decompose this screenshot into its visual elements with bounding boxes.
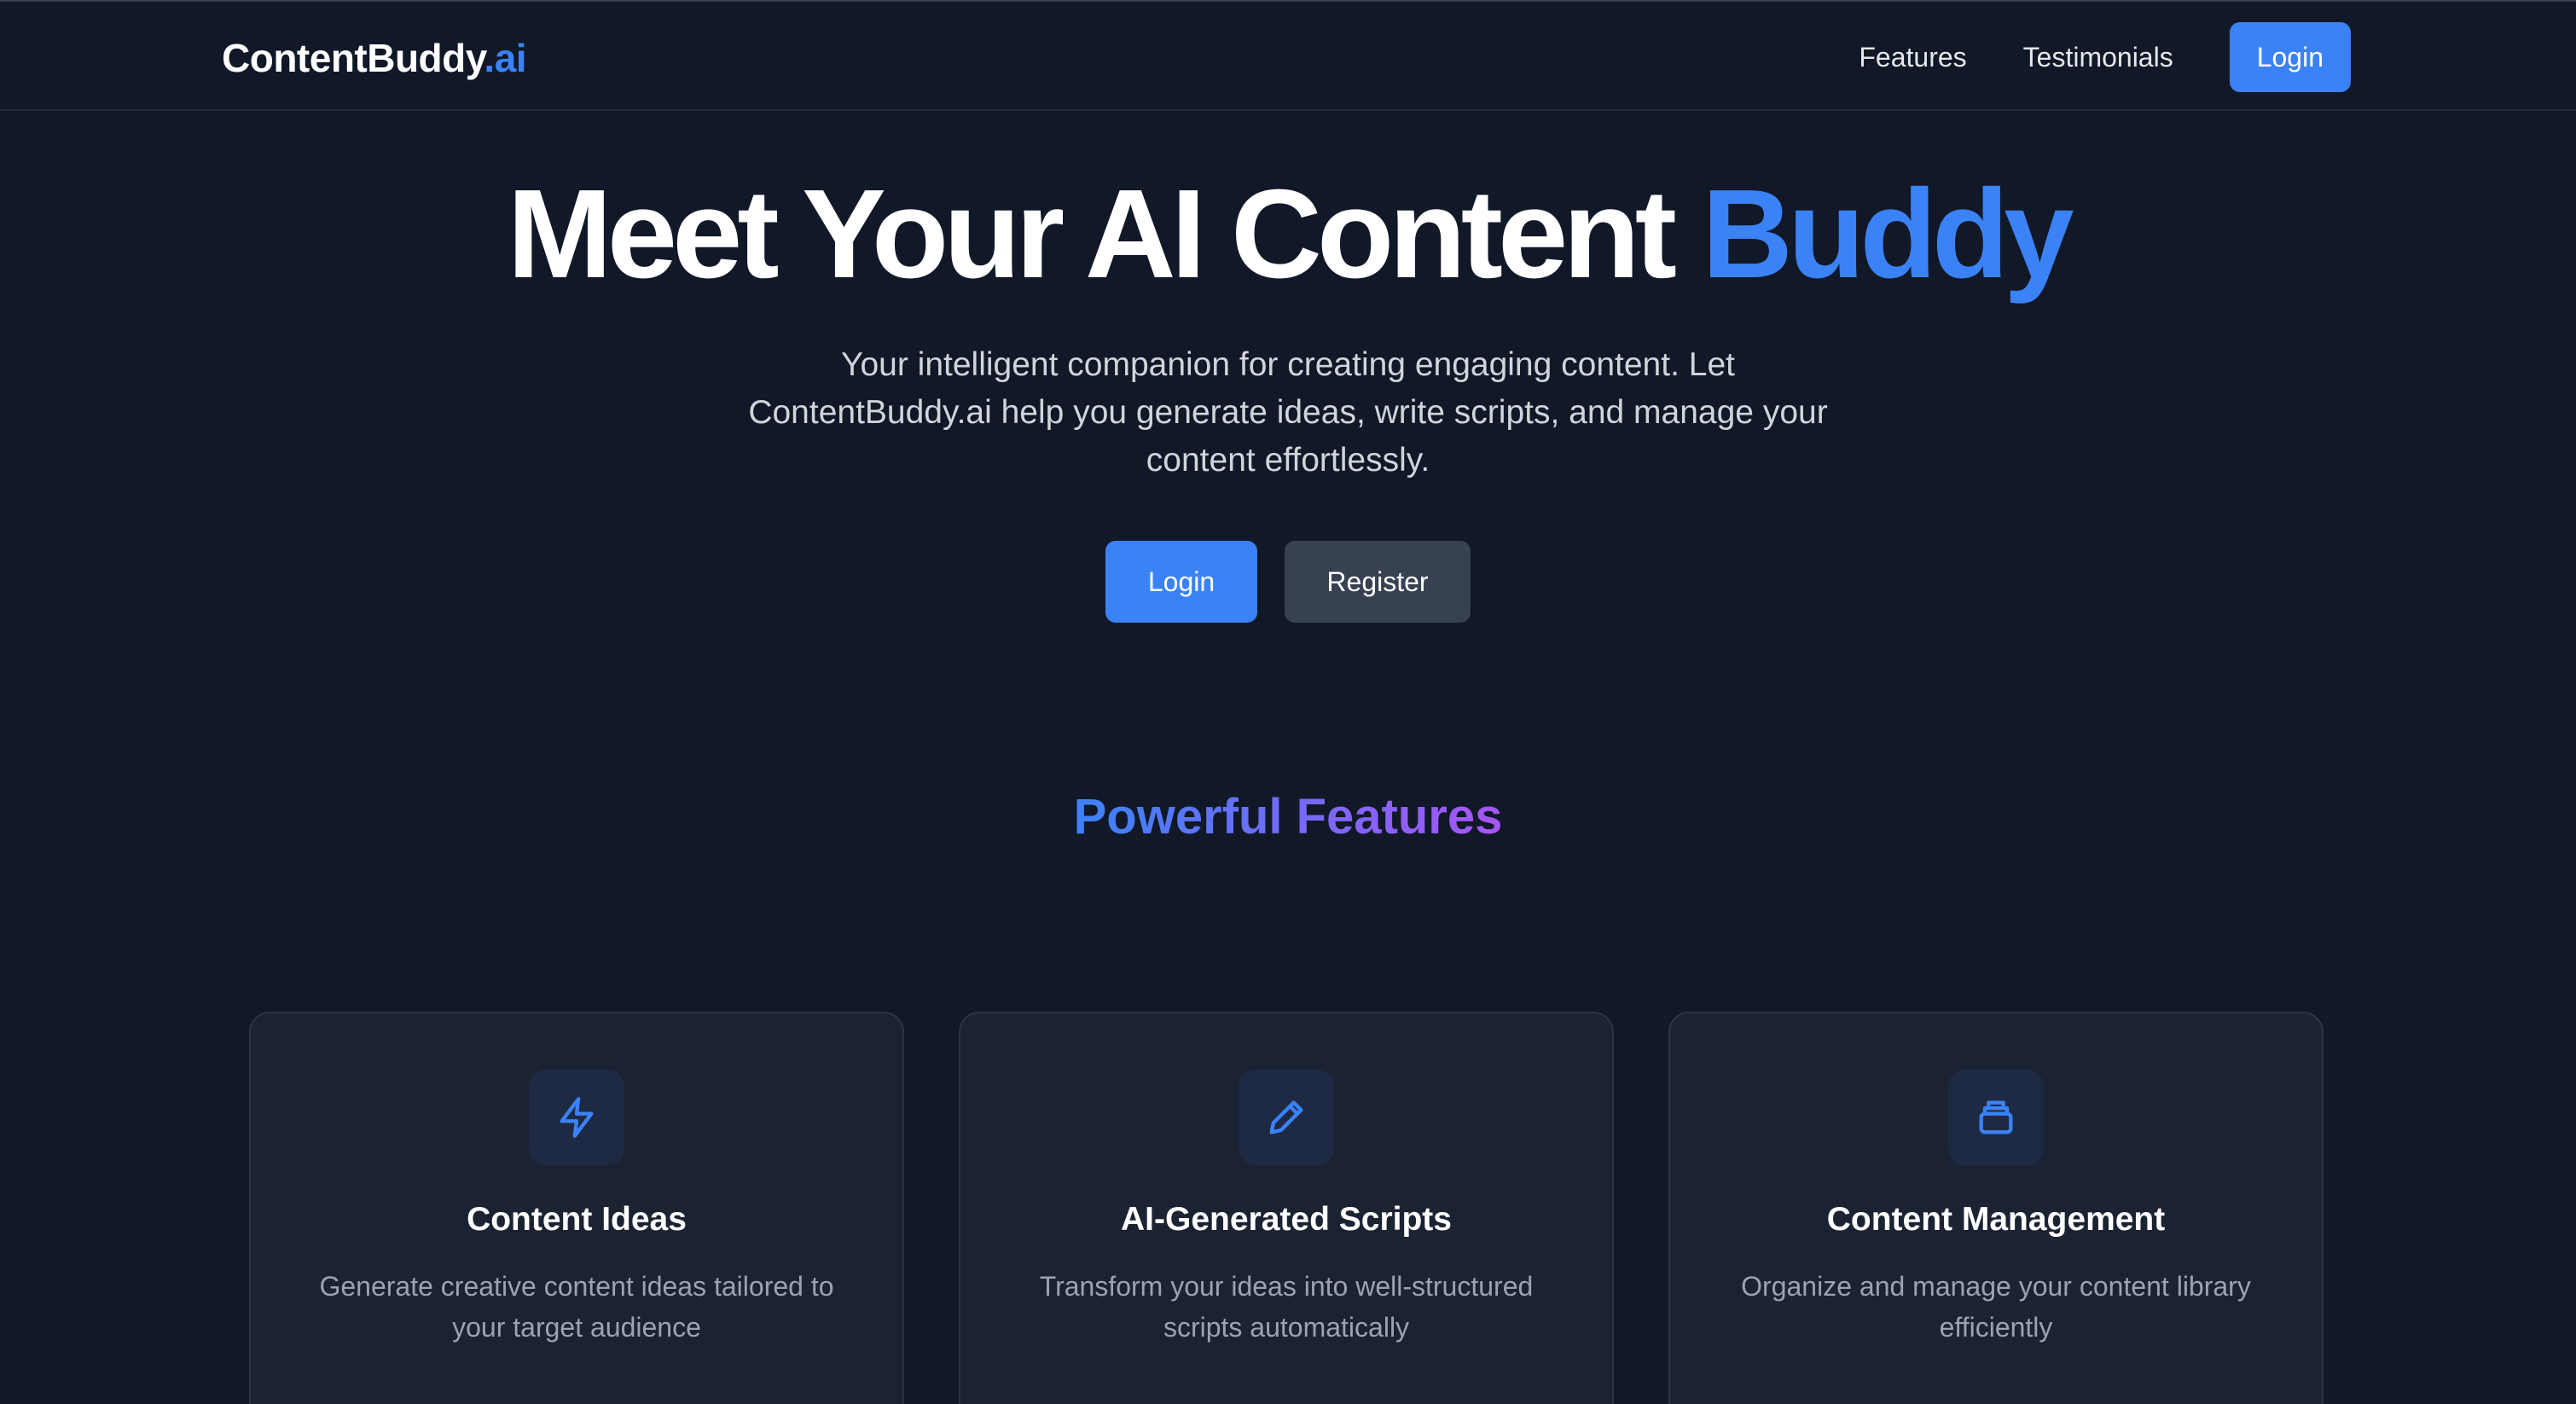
pencil-icon: [1239, 1070, 1334, 1165]
feature-cards: Content Ideas Generate creative content …: [249, 1012, 2324, 1404]
nav-link-features[interactable]: Features: [1859, 22, 1966, 92]
nav-links: Features Testimonials Login: [1859, 22, 2351, 92]
navbar: ContentBuddy.ai Features Testimonials Lo…: [0, 0, 2576, 111]
nav-link-testimonials[interactable]: Testimonials: [2023, 22, 2173, 92]
landing-page: ContentBuddy.ai Features Testimonials Lo…: [0, 0, 2576, 1404]
feature-card-ai-scripts: AI-Generated Scripts Transform your idea…: [959, 1012, 1614, 1404]
feature-card-content-ideas: Content Ideas Generate creative content …: [249, 1012, 904, 1404]
feature-card-description: Transform your ideas into well-structure…: [1039, 1271, 1534, 1343]
hero-title: Meet Your AI Content Buddy: [0, 162, 2576, 307]
feature-card-title: Content Ideas: [467, 1201, 687, 1238]
logo-main-text: ContentBuddy: [222, 36, 484, 80]
hero-title-accent: Buddy: [1702, 164, 2074, 305]
hero-title-main: Meet Your AI Content: [507, 164, 1703, 305]
hero-buttons: Login Register: [0, 541, 2576, 623]
logo-accent-text: .ai: [484, 36, 527, 80]
feature-card-description: Generate creative content ideas tailored…: [319, 1271, 834, 1343]
features-heading: Powerful Features: [0, 783, 2576, 851]
hero-register-button[interactable]: Register: [1285, 541, 1471, 623]
nav-login-button[interactable]: Login: [2229, 22, 2351, 92]
hero-login-button[interactable]: Login: [1105, 541, 1257, 623]
feature-card-title: Content Management: [1826, 1201, 2166, 1238]
feature-card-title: AI-Generated Scripts: [1121, 1201, 1452, 1238]
hero-subtitle: Your intelligent companion for creating …: [748, 346, 1828, 479]
lightning-icon: [529, 1070, 624, 1165]
feature-card-content-management: Content Management Organize and manage y…: [1668, 1012, 2324, 1404]
features-heading-text: Powerful Features: [1073, 789, 1503, 844]
feature-card-description: Organize and manage your content library…: [1741, 1271, 2251, 1343]
archive-icon: [1948, 1070, 2044, 1165]
logo[interactable]: ContentBuddy.ai: [222, 31, 527, 85]
